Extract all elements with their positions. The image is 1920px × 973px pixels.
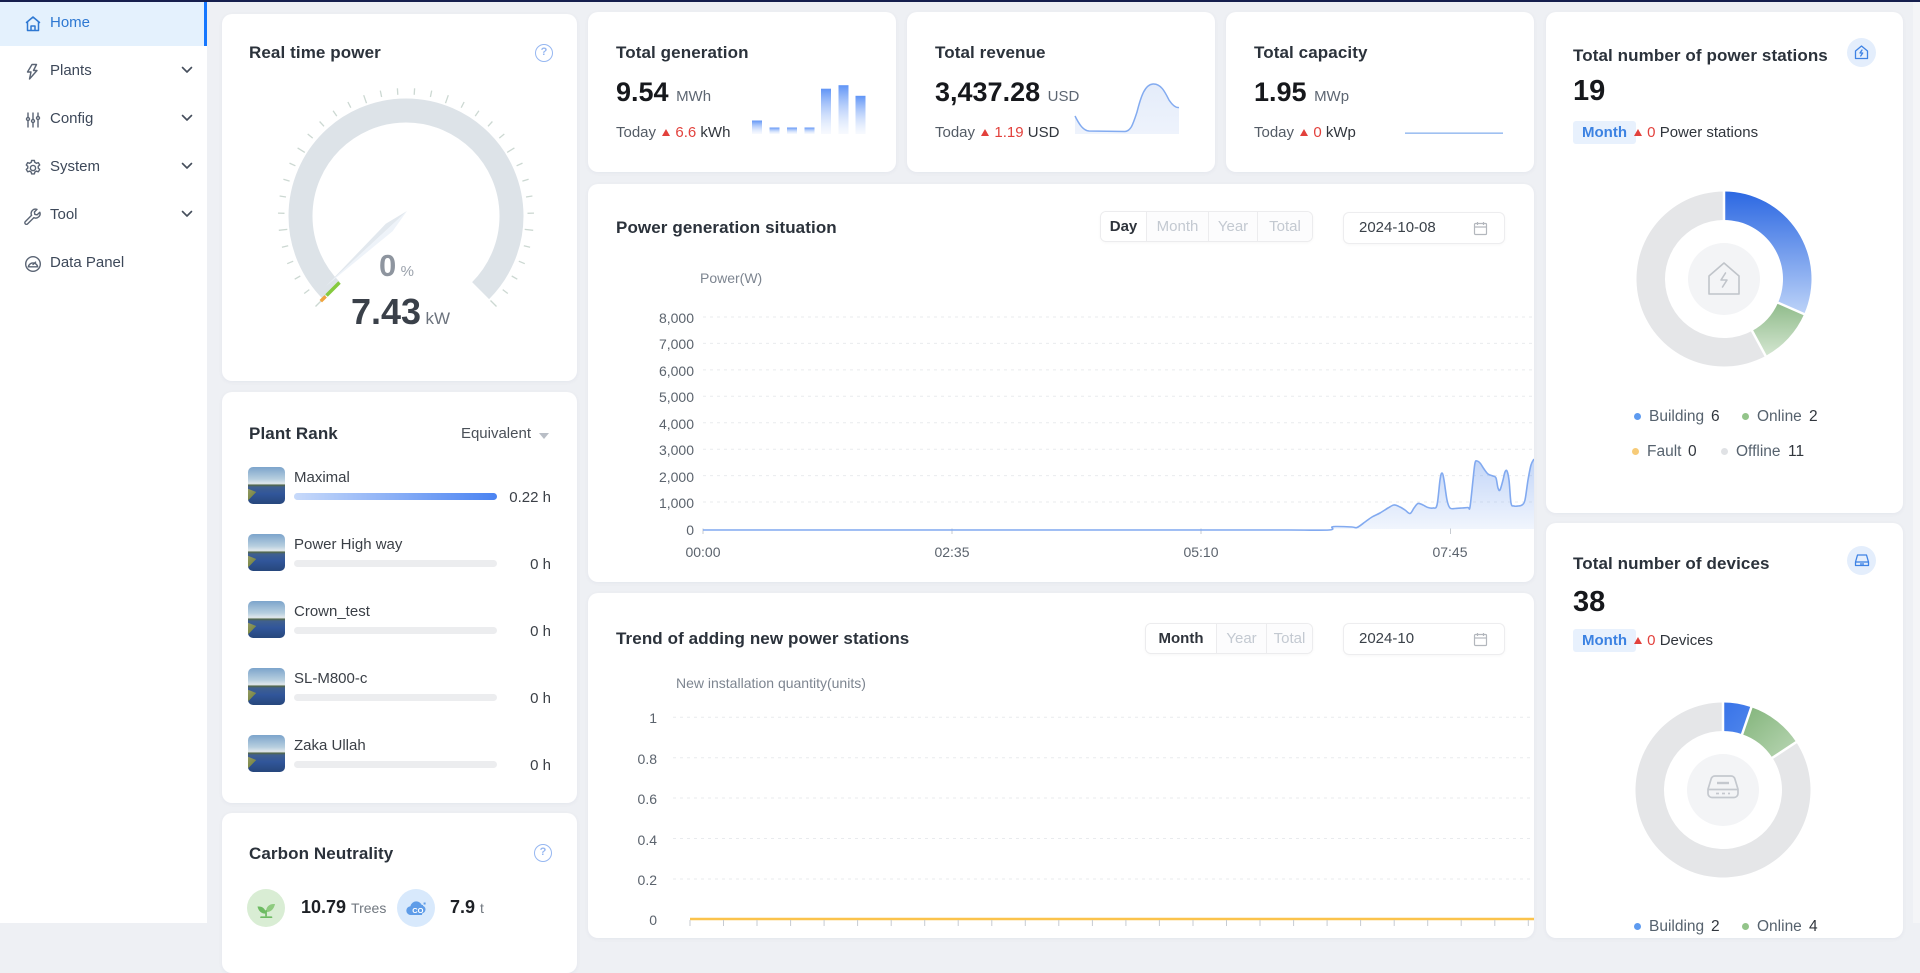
svg-text:CO: CO (412, 906, 423, 915)
